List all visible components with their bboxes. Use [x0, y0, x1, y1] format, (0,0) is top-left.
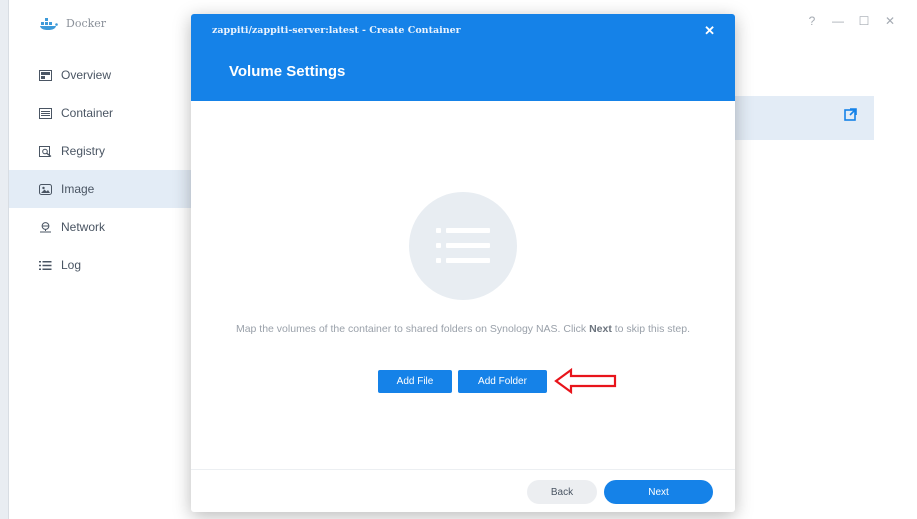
help-button[interactable]: ? [806, 14, 818, 28]
log-icon [39, 260, 52, 271]
description-next-emphasis: Next [589, 323, 612, 335]
sidebar: Overview Container Registry Image Networ… [9, 56, 193, 284]
overview-icon [39, 69, 52, 81]
maximize-button[interactable]: ☐ [858, 14, 870, 28]
sidebar-item-label: Log [61, 258, 82, 272]
sidebar-item-container[interactable]: Container [9, 94, 193, 132]
description-text-post: to skip this step. [611, 323, 691, 335]
sidebar-item-image[interactable]: Image [9, 170, 193, 208]
empty-list-illustration [409, 192, 517, 300]
open-external-icon[interactable] [844, 108, 857, 126]
sidebar-item-overview[interactable]: Overview [9, 56, 193, 94]
back-button[interactable]: Back [527, 480, 597, 504]
dialog-close-button[interactable]: ✕ [704, 23, 715, 39]
image-icon [39, 183, 52, 195]
sidebar-item-label: Registry [61, 144, 106, 158]
dialog-title: zappiti/zappiti-server:latest - Create C… [212, 25, 461, 36]
minimize-button[interactable]: — [832, 14, 844, 28]
sidebar-item-log[interactable]: Log [9, 246, 193, 284]
list-icon [436, 228, 490, 263]
step-title: Volume Settings [229, 63, 346, 80]
sidebar-item-label: Network [61, 220, 106, 234]
app-title: Docker [66, 17, 107, 30]
close-window-button[interactable]: ✕ [884, 14, 896, 28]
window-controls: ? — ☐ ✕ [806, 14, 896, 28]
sidebar-item-network[interactable]: Network [9, 208, 193, 246]
description-text-pre: Map the volumes of the container to shar… [235, 323, 590, 335]
add-folder-button[interactable]: Add Folder [458, 370, 547, 393]
sidebar-item-label: Overview [61, 68, 112, 82]
container-icon [39, 107, 52, 119]
sidebar-item-registry[interactable]: Registry [9, 132, 193, 170]
dialog-header: zappiti/zappiti-server:latest - Create C… [191, 14, 735, 101]
network-icon [39, 221, 52, 233]
volume-description: Map the volumes of the container to shar… [221, 320, 705, 338]
registry-icon [39, 145, 52, 157]
next-button[interactable]: Next [604, 480, 713, 504]
sidebar-item-label: Container [61, 106, 114, 120]
docker-whale-icon [39, 17, 59, 36]
dialog-footer: Back Next [191, 469, 735, 512]
create-container-dialog: zappiti/zappiti-server:latest - Create C… [191, 14, 735, 512]
add-file-button[interactable]: Add File [378, 370, 452, 393]
red-annotation-arrow-icon [553, 367, 619, 400]
sidebar-item-label: Image [61, 182, 95, 196]
